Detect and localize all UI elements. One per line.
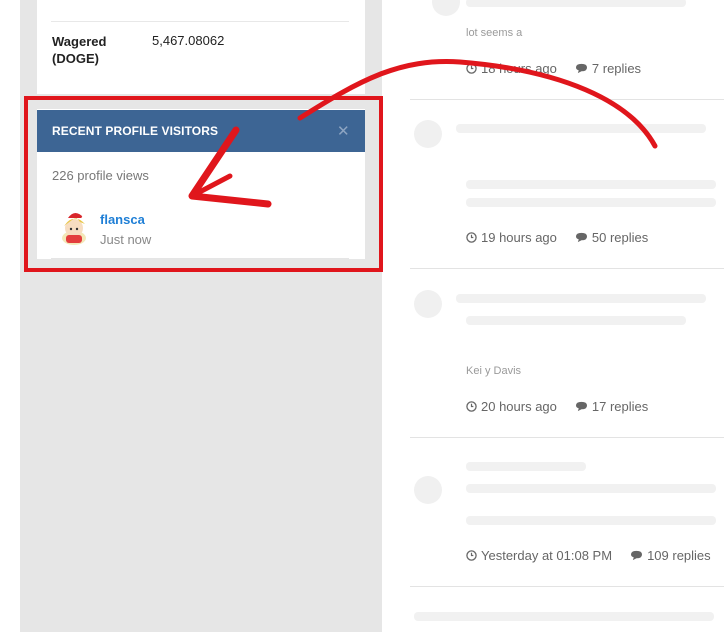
- annotation-arrow: [188, 59, 658, 208]
